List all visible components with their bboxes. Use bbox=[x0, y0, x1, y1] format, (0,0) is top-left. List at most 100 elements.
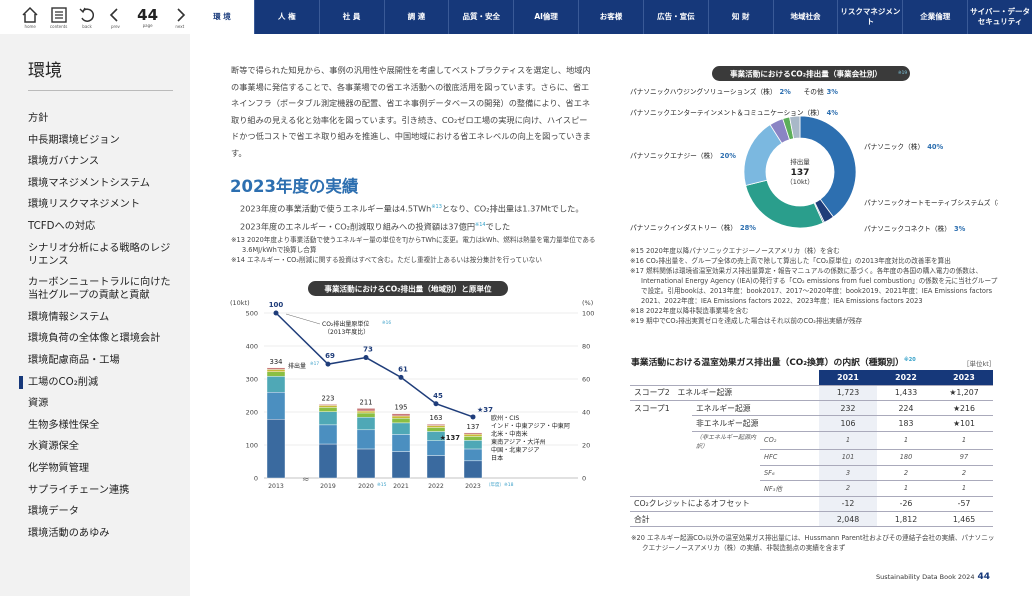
bar-segment bbox=[356, 429, 376, 450]
line-legend-name: CO₂排出量原単位 bbox=[322, 320, 369, 328]
tab-item[interactable]: 調 達 bbox=[383, 0, 449, 34]
bar-segment bbox=[426, 425, 446, 428]
tab-item[interactable]: 企業倫理 bbox=[902, 0, 967, 34]
table-cell: 2 bbox=[935, 465, 993, 482]
table-cell: 3 bbox=[819, 465, 877, 482]
sidebar-item[interactable]: 方針 bbox=[28, 112, 178, 125]
table-cell: ★216 bbox=[935, 400, 993, 417]
bar-segment bbox=[426, 455, 446, 479]
bar-segment bbox=[356, 448, 376, 479]
row-label-1: CO₂クレジットによるオフセット bbox=[630, 496, 819, 512]
y-tick-right: 0 bbox=[582, 475, 586, 483]
section-heading: 2023年度の実績 bbox=[230, 177, 359, 196]
table-row: CO₂クレジットによるオフセット -12 -26 -57 bbox=[630, 496, 993, 512]
x-tick-label: 2021 bbox=[393, 483, 409, 490]
y-tick-left: 200 bbox=[246, 409, 258, 417]
bar-segment bbox=[391, 418, 411, 424]
series-label: 欧州・CIS bbox=[491, 414, 519, 422]
donut-label: パナソニックハウジングソリューションズ（株） 2% bbox=[630, 87, 791, 96]
footnote: ※13 2020年度より事業活動で使うエネルギー量の単位をTJからTWhに変更。… bbox=[231, 236, 596, 254]
table-cell: 224 bbox=[877, 400, 935, 417]
bar-segment bbox=[426, 424, 446, 426]
tab-item[interactable]: 品質・安全 bbox=[448, 0, 513, 34]
sidebar-item[interactable]: 資源 bbox=[28, 397, 178, 410]
sidebar: 環境 方針 中長期環境ビジョン 環境ガバナンス 環境マネジメントシステム 環境リスクマネ… bbox=[0, 34, 190, 596]
sidebar-item[interactable]: TCFDへの対応 bbox=[28, 220, 178, 233]
sidebar-item[interactable]: 中長期環境ビジョン bbox=[28, 134, 178, 147]
tab-item[interactable]: 地域社会 bbox=[772, 0, 838, 34]
bar-segment bbox=[318, 405, 338, 408]
sidebar-item[interactable]: 生物多様性保全 bbox=[28, 419, 178, 432]
sidebar-item[interactable]: 環境リスクマネジメント bbox=[28, 198, 178, 211]
tab-item[interactable]: 社 員 bbox=[318, 0, 384, 34]
table-unit: ［単位kt］ bbox=[963, 360, 996, 368]
sidebar-item[interactable]: 環境データ bbox=[28, 505, 178, 518]
bar-segment bbox=[266, 369, 286, 372]
results-line-1b: となり、CO₂排出量は1.37Mtでした。 bbox=[441, 203, 584, 214]
sidebar-item[interactable]: シナリオ分析による戦略のレジリエンス bbox=[28, 242, 178, 268]
x-tick-label: 2020 bbox=[358, 483, 374, 490]
sidebar-list: 方針中長期環境ビジョン 環境ガバナンス 環境マネジメントシステム 環境リスクマネジメン… bbox=[19, 112, 178, 548]
sidebar-item[interactable]: 環境負荷の全体像と環境会計 bbox=[28, 332, 178, 345]
table-cell: 2 bbox=[819, 480, 877, 497]
year-header: 2021 bbox=[819, 370, 877, 386]
row-label-2 bbox=[692, 480, 760, 497]
y-tick-right: 80 bbox=[582, 343, 590, 351]
page-controls: home contents back prev 44 page next bbox=[0, 0, 190, 34]
line-point bbox=[433, 401, 439, 407]
sidebar-item[interactable]: 環境配慮商品・工場 bbox=[28, 354, 178, 367]
slice-name: パナソニック（株） bbox=[864, 142, 924, 151]
tab-item[interactable]: サイバー・データセキュリティ bbox=[967, 0, 1032, 34]
chevron-left-icon bbox=[110, 8, 119, 22]
x-tick-label: 2019 bbox=[320, 483, 336, 490]
sidebar-item[interactable]: 環境情報システム bbox=[28, 311, 178, 324]
tab-item[interactable]: お客様 bbox=[578, 0, 643, 34]
bar-segment bbox=[318, 404, 338, 406]
sidebar-item[interactable]: 工場のCO₂削減 bbox=[19, 375, 178, 389]
slice-name: その他 bbox=[804, 87, 824, 96]
sidebar-divider bbox=[28, 90, 173, 91]
bar-segment bbox=[266, 371, 286, 377]
sidebar-item[interactable]: 環境活動のあゆみ bbox=[28, 527, 178, 540]
results-line-2-note: ※14 bbox=[475, 221, 486, 228]
prev-button[interactable]: prev bbox=[105, 5, 125, 29]
table-cell: 106 bbox=[819, 415, 877, 432]
table-cell: -12 bbox=[819, 496, 877, 512]
bar-segment bbox=[463, 433, 483, 437]
home-button[interactable]: home bbox=[20, 5, 40, 29]
chart-title: 事業活動におけるCO₂排出量（地域別）と原単位 bbox=[324, 284, 492, 294]
sidebar-item[interactable]: カーボンニュートラルに向けた当社グループの貢献と貢献 bbox=[28, 276, 178, 302]
sidebar-item[interactable]: 環境マネジメントシステム bbox=[28, 177, 178, 190]
donut-label: パナソニック（株） 40% bbox=[864, 142, 943, 151]
bar-segment bbox=[391, 413, 411, 417]
table-cell: 1,465 bbox=[935, 511, 993, 528]
tab-item[interactable]: 人 権 bbox=[253, 0, 319, 34]
tab-item[interactable]: 環 境 bbox=[190, 0, 254, 34]
row-label-3: SF₆ bbox=[760, 465, 819, 482]
slice-value: 2% bbox=[780, 88, 792, 96]
y-tick-right: 60 bbox=[582, 376, 590, 384]
slice-name: パナソニックエナジー（株） bbox=[630, 151, 717, 160]
tab-item[interactable]: 知 財 bbox=[707, 0, 773, 34]
tab-item[interactable]: リスクマネジメント bbox=[837, 0, 902, 34]
y-tick-right: 40 bbox=[582, 409, 590, 417]
sidebar-item[interactable]: 水資源保全 bbox=[28, 440, 178, 453]
sidebar-item[interactable]: 環境ガバナンス bbox=[28, 155, 178, 168]
ghg-breakdown-table: 2021 2022 2023 スコープ2 エネルギー起源 1,723 1,433 ★1,20… bbox=[630, 370, 993, 528]
tab-item[interactable]: AI倫理 bbox=[513, 0, 578, 34]
footer-page-number: 44 bbox=[977, 572, 990, 582]
page-number: 44 bbox=[137, 6, 159, 24]
footnote-20: ※20 エネルギー起源CO₂以外の温室効果ガス排出量には、Hussmann Pa… bbox=[631, 534, 995, 552]
tab-item[interactable]: 広告・宣伝 bbox=[642, 0, 708, 34]
sidebar-item[interactable]: サプライチェーン連携 bbox=[28, 484, 178, 497]
bar-star-total: ★137 bbox=[440, 434, 461, 442]
footnotes-left: ※13 2020年度より事業活動で使うエネルギー量の単位をTJからTWhに変更。… bbox=[231, 235, 601, 265]
sidebar-item[interactable]: 化学物質管理 bbox=[28, 462, 178, 475]
table-cell: 1,812 bbox=[877, 511, 935, 528]
donut-slice bbox=[799, 115, 857, 218]
contents-button[interactable]: contents bbox=[48, 5, 68, 29]
line-point bbox=[470, 414, 476, 420]
next-button[interactable]: next bbox=[170, 5, 190, 29]
back-button[interactable]: back bbox=[77, 5, 97, 29]
back-icon bbox=[79, 7, 95, 22]
